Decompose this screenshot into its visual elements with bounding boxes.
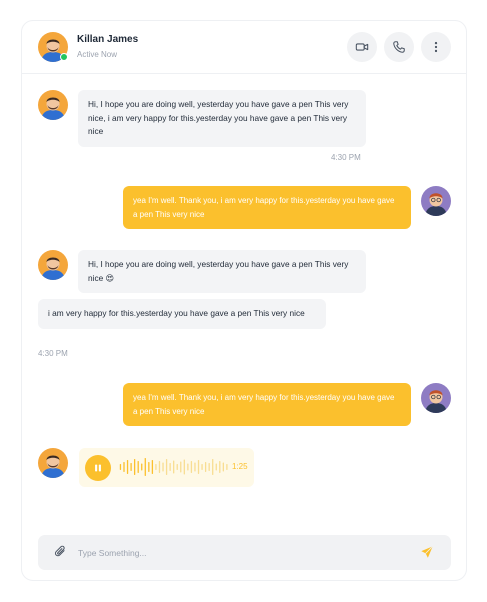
paperclip-icon[interactable] [54,545,68,559]
waveform-bar [208,463,210,471]
online-status-dot [60,53,68,61]
waveform-bar [176,464,178,470]
pause-button[interactable] [85,455,111,481]
waveform-bar [215,463,217,471]
waveform-bar [222,462,224,472]
waveform-bar [137,461,139,473]
contact-name: Killan James [77,34,139,45]
contact-status: Active Now [77,50,118,59]
waveform-bar [190,461,193,473]
waveform-bar [180,461,182,473]
man-avatar-icon [38,448,68,478]
waveform-bar [158,461,161,473]
waveform-bar [226,464,228,470]
voice-call-button[interactable] [384,32,414,62]
contact-avatar[interactable] [38,448,68,478]
waveform-bar [197,460,200,474]
user-avatar-icon [421,186,451,216]
waveform-bar [173,460,175,474]
waveform-bar [155,464,157,470]
waveform-bar [123,462,125,472]
user-avatar-icon [421,383,451,413]
more-vertical-icon [434,41,438,53]
waveform-bar [212,459,214,475]
contact-avatar[interactable] [38,250,68,280]
message-bubble-incoming: i am very happy for this.yesterday you h… [38,299,326,329]
user-avatar[interactable] [421,383,451,413]
waveform-bar [183,459,185,475]
send-icon[interactable] [420,545,434,559]
voice-duration: 1:25 [232,462,248,471]
chat-header: Killan James Active Now [22,21,466,74]
waveform-bar [169,463,171,471]
waveform-bar [151,460,154,474]
video-call-button[interactable] [347,32,377,62]
message-input[interactable] [78,543,398,562]
pause-icon [95,464,101,472]
message-bubble-incoming: Hi, I hope you are doing well, yesterday… [78,250,366,293]
waveform-bar [144,458,146,476]
waveform-bar [201,464,203,470]
message-bubble-outgoing: yea I'm well. Thank you, i am very happy… [123,186,411,229]
waveform-bar [148,462,150,472]
chat-window: Killan James Active Now Hi, I hope you a… [21,20,467,581]
waveform-bar [219,461,221,473]
video-camera-icon [355,43,369,51]
man-avatar-icon [38,250,68,280]
man-avatar-icon [38,90,68,120]
more-options-button[interactable] [421,32,451,62]
voice-message: 1:25 [79,448,254,487]
waveform-bar [187,463,189,471]
contact-avatar[interactable] [38,90,68,120]
waveform-bar [119,464,122,470]
waveform-bar [162,462,164,472]
waveform-bar [130,463,132,471]
waveform-bar [141,463,143,471]
user-avatar[interactable] [421,186,451,216]
waveform-icon[interactable] [119,456,229,478]
waveform-bar [133,459,136,475]
message-composer [38,535,451,570]
waveform-bar [165,459,168,475]
message-bubble-outgoing: yea I'm well. Thank you, i am very happy… [123,383,411,426]
waveform-bar [194,462,196,472]
waveform-bar [126,460,129,474]
waveform-bar [204,462,207,472]
message-time: 4:30 PM [38,349,68,358]
phone-icon [393,41,405,53]
message-bubble-incoming: Hi, I hope you are doing well, yesterday… [78,90,366,147]
message-time: 4:30 PM [331,153,361,162]
